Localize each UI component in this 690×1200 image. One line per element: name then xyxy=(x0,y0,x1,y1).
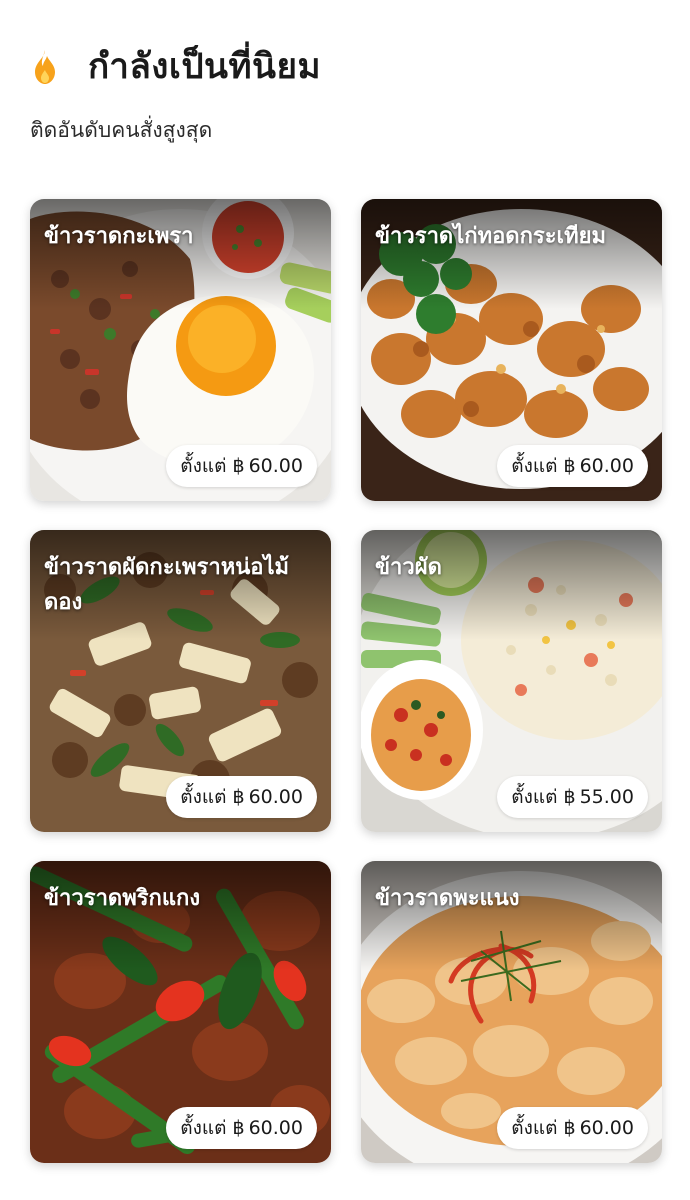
price-badge: ตั้งแต่ ฿ 60.00 xyxy=(166,1107,317,1149)
title-row: กำลังเป็นที่นิยม xyxy=(30,40,321,92)
menu-card[interactable]: ข้าวราดพริกแกง ตั้งแต่ ฿ 60.00 xyxy=(30,861,331,1163)
title-shade xyxy=(30,199,331,309)
price-badge: ตั้งแต่ ฿ 60.00 xyxy=(166,445,317,487)
price-badge: ตั้งแต่ ฿ 60.00 xyxy=(166,776,317,818)
menu-card[interactable]: ข้าวผัด ตั้งแต่ ฿ 55.00 xyxy=(361,530,662,832)
price-prefix: ตั้งแต่ xyxy=(511,786,558,808)
currency-symbol: ฿ xyxy=(232,455,245,477)
title-shade xyxy=(361,199,662,309)
menu-item-name: ข้าวผัด xyxy=(375,555,442,580)
price-prefix: ตั้งแต่ xyxy=(180,1117,227,1139)
price-prefix: ตั้งแต่ xyxy=(180,786,227,808)
price-value: 55.00 xyxy=(579,786,634,808)
price-prefix: ตั้งแต่ xyxy=(511,1117,558,1139)
menu-card[interactable]: ข้าวราดกะเพรา ตั้งแต่ ฿ 60.00 xyxy=(30,199,331,501)
price-badge: ตั้งแต่ ฿ 60.00 xyxy=(497,445,648,487)
menu-card[interactable]: ข้าวราดไก่ทอดกระเทียม ตั้งแต่ ฿ 60.00 xyxy=(361,199,662,501)
menu-card[interactable]: ข้าวราดพะแนง ตั้งแต่ ฿ 60.00 xyxy=(361,861,662,1163)
section-title: กำลังเป็นที่นิยม xyxy=(88,46,322,87)
price-value: 60.00 xyxy=(248,1117,303,1139)
price-badge: ตั้งแต่ ฿ 55.00 xyxy=(497,776,648,818)
price-prefix: ตั้งแต่ xyxy=(511,455,558,477)
price-prefix: ตั้งแต่ xyxy=(180,455,227,477)
price-value: 60.00 xyxy=(248,455,303,477)
price-value: 60.00 xyxy=(248,786,303,808)
menu-card[interactable]: ข้าวราดผัดกะเพราหน่อไม้ดอง ตั้งแต่ ฿ 60.… xyxy=(30,530,331,832)
section-header: กำลังเป็นที่นิยม ติดอันดับคนสั่งสูงสุด xyxy=(30,40,321,147)
title-shade xyxy=(361,530,662,640)
currency-symbol: ฿ xyxy=(232,786,245,808)
currency-symbol: ฿ xyxy=(563,1117,576,1139)
currency-symbol: ฿ xyxy=(563,786,576,808)
price-value: 60.00 xyxy=(579,1117,634,1139)
section-subtitle: ติดอันดับคนสั่งสูงสุด xyxy=(30,118,213,142)
currency-symbol: ฿ xyxy=(232,1117,245,1139)
menu-item-name: ข้าวราดพะแนง xyxy=(375,886,520,911)
menu-item-name: ข้าวราดกะเพรา xyxy=(44,224,194,249)
flame-icon xyxy=(30,46,60,86)
menu-item-name: ข้าวราดผัดกะเพราหน่อไม้ดอง xyxy=(44,555,290,615)
price-value: 60.00 xyxy=(579,455,634,477)
title-shade xyxy=(361,861,662,971)
price-badge: ตั้งแต่ ฿ 60.00 xyxy=(497,1107,648,1149)
menu-item-name: ข้าวราดพริกแกง xyxy=(44,886,201,911)
title-shade xyxy=(30,861,331,971)
menu-item-name: ข้าวราดไก่ทอดกระเทียม xyxy=(375,224,606,249)
currency-symbol: ฿ xyxy=(563,455,576,477)
